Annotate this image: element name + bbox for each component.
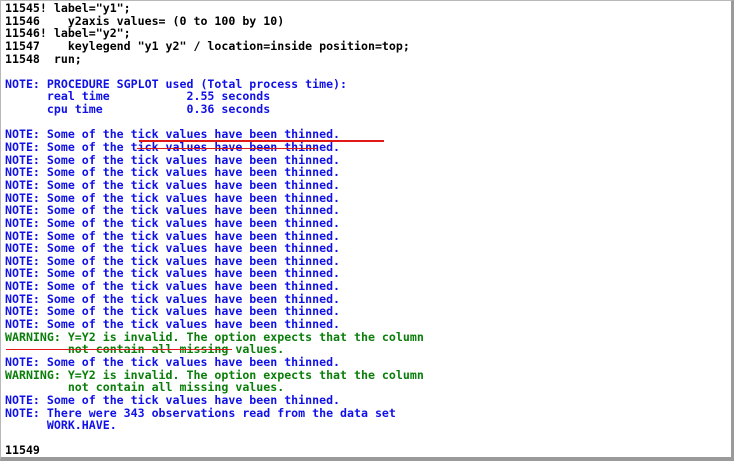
log-line: 11549 — [5, 443, 40, 458]
log-line: NOTE: Some of the tick values have been … — [5, 279, 341, 294]
red-warning-underline-annotation — [6, 349, 232, 350]
log-line: NOTE: Some of the tick values have been … — [5, 215, 341, 230]
log-line: cpu time 0.36 seconds — [5, 102, 271, 117]
log-line: NOTE: Some of the tick values have been … — [5, 177, 341, 192]
log-line: WORK.HAVE. — [5, 418, 117, 433]
log-line: not contain all missing values. — [5, 380, 285, 395]
log-line: NOTE: Some of the tick values have been … — [5, 203, 341, 218]
log-window: 11545! label="y1"; 11546 y2axis values= (… — [0, 0, 734, 461]
sas-log-content: 11545! label="y1"; 11546 y2axis values= (… — [5, 2, 424, 457]
log-line: NOTE: Some of the tick values have been … — [5, 317, 341, 332]
red-underline-annotation — [139, 140, 384, 142]
log-line: NOTE: Some of the tick values have been … — [5, 354, 341, 369]
log-line: 11548 run; — [5, 51, 82, 66]
log-line: NOTE: Some of the tick values have been … — [5, 392, 341, 407]
log-line: NOTE: Some of the tick values have been … — [5, 241, 341, 256]
log-line: 11547 keylegend "y1 y2" / location=insid… — [5, 38, 410, 53]
log-line: 11545! label="y1"; — [5, 1, 131, 15]
red-strikethrough-annotation — [137, 148, 317, 149]
